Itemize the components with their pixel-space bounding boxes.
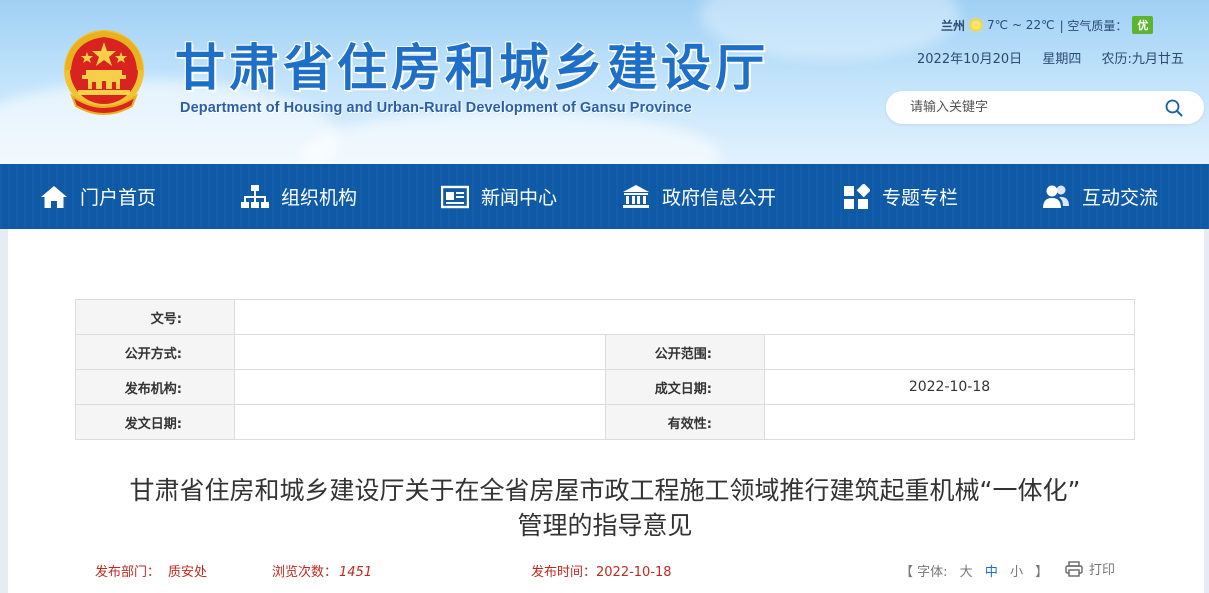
table-row: 文号: xyxy=(75,299,1135,335)
background-cloud xyxy=(300,110,720,164)
site-subtitle: Department of Housing and Urban-Rural De… xyxy=(180,100,692,116)
disclosure-mode-label: 公开方式: xyxy=(75,334,235,370)
issuer-label: 发布机构: xyxy=(75,369,235,405)
disclosure-scope-value xyxy=(764,334,1135,370)
nav-item-label: 专题专栏 xyxy=(882,187,959,209)
written-date-value: 2022-10-18 xyxy=(764,369,1135,405)
nav-item-government-info[interactable]: 政府信息公开 xyxy=(622,164,776,229)
nav-item-interaction[interactable]: 互动交流 xyxy=(1042,164,1158,229)
grid-icon xyxy=(844,183,870,209)
main-content: 文号: 公开方式: 公开范围: 发布机构: 成文日期: 2022-10-18 发… xyxy=(8,229,1204,593)
date-bar: 2022年10月20日 星期四 农历:九月廿五 xyxy=(917,48,1194,67)
weather-widget: 兰州 7℃ ~ 22℃ | 空气质量： 优 xyxy=(941,15,1154,35)
issuer-value xyxy=(234,369,606,405)
publish-time: 发布时间：2022-10-18 xyxy=(531,561,672,580)
view-count-value: 1451 xyxy=(339,565,373,580)
air-quality-label: | 空气质量： xyxy=(1059,18,1128,33)
site-title: 甘肃省住房和城乡建设厅 xyxy=(175,39,769,97)
view-count: 浏览次数： 1451 xyxy=(272,561,372,580)
validity-label: 有效性: xyxy=(605,404,765,440)
main-nav: 门户首页 组织机构 新闻中心 政府信息公开 专题专栏 互动交流 xyxy=(0,164,1209,229)
publish-department-label: 发布部门： xyxy=(95,565,161,580)
news-icon xyxy=(441,185,469,208)
air-quality-badge: 优 xyxy=(1132,16,1154,34)
document-metadata-table: 文号: 公开方式: 公开范围: 发布机构: 成文日期: 2022-10-18 发… xyxy=(75,299,1135,440)
site-header: 甘肃省住房和城乡建设厅 Department of Housing and Ur… xyxy=(0,0,1209,164)
nav-item-label: 政府信息公开 xyxy=(662,187,777,209)
doc-number-value xyxy=(234,299,1135,335)
search-icon[interactable] xyxy=(1165,99,1183,117)
issue-date-value xyxy=(234,404,606,440)
disclosure-mode-value xyxy=(234,334,606,370)
search-input[interactable] xyxy=(910,98,1150,117)
nav-item-special-topics[interactable]: 专题专栏 xyxy=(842,164,958,229)
search-box xyxy=(886,91,1204,124)
nav-item-label: 门户首页 xyxy=(80,187,157,209)
nav-item-label: 组织机构 xyxy=(281,187,358,209)
lunar-date: 农历:九月廿五 xyxy=(1101,52,1184,67)
font-size-medium[interactable]: 中 xyxy=(985,565,998,580)
view-count-label: 浏览次数： xyxy=(272,565,338,580)
users-icon xyxy=(1043,185,1069,208)
gregorian-date: 2022年10月20日 xyxy=(917,52,1023,67)
table-row: 发布机构: 成文日期: 2022-10-18 xyxy=(75,369,1135,405)
nav-item-news[interactable]: 新闻中心 xyxy=(441,164,557,229)
font-size-selector: 【 字体: 大 中 小 】 xyxy=(900,561,1048,580)
weather-temperature: 7℃ ~ 22℃ xyxy=(987,18,1055,32)
font-size-close-bracket: 】 xyxy=(1035,565,1049,580)
written-date-label: 成文日期: xyxy=(605,369,765,405)
publish-time-label: 发布时间： xyxy=(531,565,597,580)
nav-item-label: 互动交流 xyxy=(1082,187,1159,209)
font-size-small[interactable]: 小 xyxy=(1010,565,1023,580)
issue-date-label: 发文日期: xyxy=(75,404,235,440)
article-title: 甘肃省住房和城乡建设厅关于在全省房屋市政工程施工领域推行建筑起重机械“一体化” … xyxy=(75,473,1135,543)
nav-item-home[interactable]: 门户首页 xyxy=(40,164,156,229)
printer-icon xyxy=(1065,560,1083,577)
publish-time-value: 2022-10-18 xyxy=(596,565,672,580)
weekday: 星期四 xyxy=(1042,52,1082,67)
org-chart-icon xyxy=(241,184,269,208)
national-emblem-icon[interactable] xyxy=(58,26,150,118)
doc-number-label: 文号: xyxy=(75,299,235,335)
home-icon xyxy=(41,185,67,208)
publish-department-value: 质安处 xyxy=(168,565,208,580)
disclosure-scope-label: 公开范围: xyxy=(605,334,765,370)
table-row: 发文日期: 有效性: xyxy=(75,404,1135,440)
font-size-large[interactable]: 大 xyxy=(960,565,973,580)
print-label: 打印 xyxy=(1089,563,1116,578)
sun-icon xyxy=(970,19,983,31)
print-button[interactable]: 打印 xyxy=(1065,559,1115,578)
weather-city: 兰州 xyxy=(941,18,966,33)
government-icon xyxy=(623,184,649,208)
article-info-bar: 发布部门： 质安处 浏览次数： 1451 发布时间：2022-10-18 【 字体:… xyxy=(95,559,1135,581)
table-row: 公开方式: 公开范围: xyxy=(75,334,1135,370)
article-title-line: 管理的指导意见 xyxy=(517,511,693,540)
publish-department: 发布部门： 质安处 xyxy=(95,561,207,580)
article-title-line: 甘肃省住房和城乡建设厅关于在全省房屋市政工程施工领域推行建筑起重机械“一体化” xyxy=(129,476,1081,505)
nav-item-label: 新闻中心 xyxy=(481,187,558,209)
validity-value xyxy=(764,404,1135,440)
nav-item-organization[interactable]: 组织机构 xyxy=(241,164,357,229)
font-size-label: 【 字体: xyxy=(900,565,948,580)
